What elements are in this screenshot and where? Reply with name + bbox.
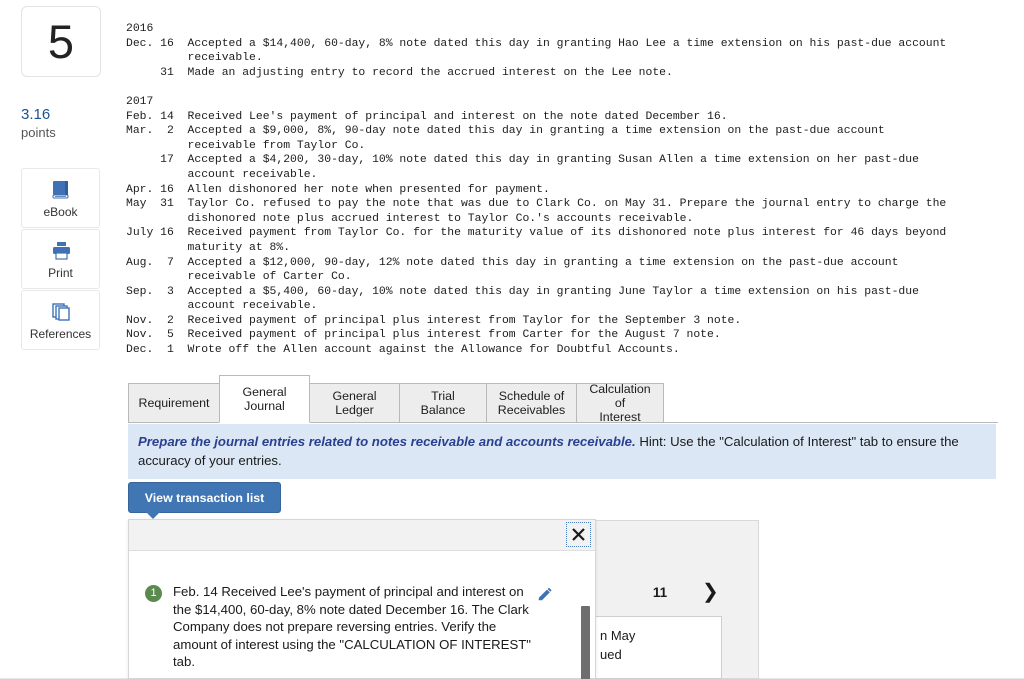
tab-trial-balance[interactable]: Trial Balance: [399, 383, 487, 423]
tab-label: Calculation of Interest: [585, 382, 655, 424]
journal-note-line-1: n May: [600, 628, 636, 643]
transaction-list-popup: 1 Feb. 14 Received Lee's payment of prin…: [128, 519, 596, 679]
tab-label: Trial Balance: [420, 389, 466, 417]
transaction-line: maturity at 8%.: [126, 241, 291, 254]
question-number-box: 5: [21, 6, 101, 77]
tab-general-journal[interactable]: General Journal: [219, 375, 310, 423]
journal-page-number: 11: [652, 584, 668, 600]
transaction-line: receivable from Taylor Co.: [126, 139, 366, 152]
tab-label: Requirement: [138, 396, 210, 410]
transaction-badge: 1: [145, 585, 162, 602]
tab-label-line2: Receivables: [497, 403, 566, 417]
journal-note-card: n May ued: [592, 616, 722, 679]
tab-label-line1: Schedule of: [498, 389, 565, 403]
transaction-line: Sep. 3 Accepted a $5,400, 60-day, 10% no…: [126, 285, 919, 298]
tab-calculation-of-interest[interactable]: Calculation of Interest: [576, 382, 664, 424]
question-number: 5: [47, 15, 75, 68]
pencil-edit-icon[interactable]: [536, 587, 553, 609]
popup-body: 1 Feb. 14 Received Lee's payment of prin…: [129, 551, 595, 679]
scrollbar-thumb[interactable]: [581, 606, 590, 679]
transaction-line: receivable.: [126, 52, 263, 65]
transaction-line: Aug. 7 Accepted a $12,000, 90-day, 12% n…: [126, 256, 899, 269]
transaction-line: account receivable.: [126, 168, 318, 181]
tool-button-stack: eBook Print References: [21, 168, 100, 351]
transaction-line: Apr. 16 Allen dishonored her note when p…: [126, 183, 550, 196]
view-transaction-list-caret: [146, 512, 160, 519]
references-icon: [50, 300, 72, 324]
view-transaction-list-button[interactable]: View transaction list: [128, 482, 281, 513]
tab-label: General Ledger: [332, 389, 376, 417]
transaction-line: Feb. 14 Received Lee's payment of princi…: [126, 110, 728, 123]
close-x-icon[interactable]: [566, 522, 591, 547]
print-button[interactable]: Print: [21, 229, 100, 289]
tab-bar: Requirement General Journal General Ledger Tr…: [128, 375, 998, 425]
transaction-text: Feb. 14 Received Lee's payment of princi…: [173, 584, 531, 670]
transaction-line: May 31 Taylor Co. refused to pay the not…: [126, 198, 947, 211]
popup-header: [129, 520, 595, 551]
points-value: 3.16: [21, 106, 51, 123]
view-transaction-list-label: View transaction list: [144, 490, 265, 505]
references-label: References: [29, 326, 92, 341]
transaction-line: Mar. 2 Accepted a $9,000, 8%, 90-day not…: [126, 125, 885, 138]
ebook-button[interactable]: eBook: [21, 168, 100, 228]
left-rail: 5 3.16 points eBook Print References: [0, 0, 122, 679]
tab-general-ledger[interactable]: General Ledger: [309, 383, 400, 423]
tab-label-line2: Interest: [599, 410, 641, 424]
transaction-line: 2016: [126, 23, 154, 35]
tab-label-line2: Journal: [244, 399, 285, 413]
transaction-line: 2017: [126, 95, 154, 108]
tab-label-line1: Calculation of: [589, 382, 651, 410]
tab-schedule-of-receivables[interactable]: Schedule of Receivables: [486, 383, 577, 423]
ebook-icon: [50, 178, 72, 202]
transaction-line: [126, 80, 1024, 95]
popup-scrollbar[interactable]: [581, 606, 590, 679]
ebook-label: eBook: [43, 204, 78, 219]
tab-requirement[interactable]: Requirement: [128, 383, 220, 423]
points-label: points: [21, 125, 56, 140]
instruction-bold: Prepare the journal entries related to n…: [138, 434, 636, 449]
tab-label: Schedule of Receivables: [498, 389, 566, 417]
tab-label-line1: General: [242, 385, 287, 399]
transaction-line: dishonored note plus accrued interest to…: [126, 212, 694, 225]
transaction-line: Nov. 2 Received payment of principal plu…: [126, 314, 742, 327]
print-label: Print: [48, 265, 73, 280]
chevron-right-icon[interactable]: ❯: [702, 582, 719, 602]
instruction-banner: Prepare the journal entries related to n…: [128, 424, 996, 479]
points-block: 3.16 points: [21, 106, 121, 141]
transaction-line: Dec. 16 Accepted a $14,400, 60-day, 8% n…: [126, 37, 947, 50]
references-button[interactable]: References: [21, 290, 100, 350]
list-item[interactable]: 1 Feb. 14 Received Lee's payment of prin…: [129, 583, 595, 671]
transaction-line: July 16 Received payment from Taylor Co.…: [126, 227, 947, 240]
print-icon: [50, 239, 72, 263]
transaction-listing: 2016 Dec. 16 Accepted a $14,400, 60-day, …: [126, 22, 1024, 358]
tab-label: General Journal: [242, 385, 286, 413]
journal-note-line-2: ued: [600, 647, 622, 662]
tab-label-line2: Ledger: [335, 403, 374, 417]
tab-label-line1: General: [332, 389, 377, 403]
transaction-line: 17 Accepted a $4,200, 30-day, 10% note d…: [126, 154, 919, 167]
question-page: 5 3.16 points eBook Print References 201…: [0, 0, 1024, 679]
transaction-line: account receivable.: [126, 300, 318, 313]
journal-pager: 11 ❯: [640, 581, 740, 603]
transaction-line: Dec. 1 Wrote off the Allen account again…: [126, 344, 680, 357]
transaction-line: 31 Made an adjusting entry to record the…: [126, 66, 673, 79]
transaction-line: Nov. 5 Received payment of principal plu…: [126, 329, 721, 342]
transaction-line: receivable of Carter Co.: [126, 271, 352, 284]
tabs-row: Requirement General Journal General Ledger Tr…: [128, 375, 998, 424]
